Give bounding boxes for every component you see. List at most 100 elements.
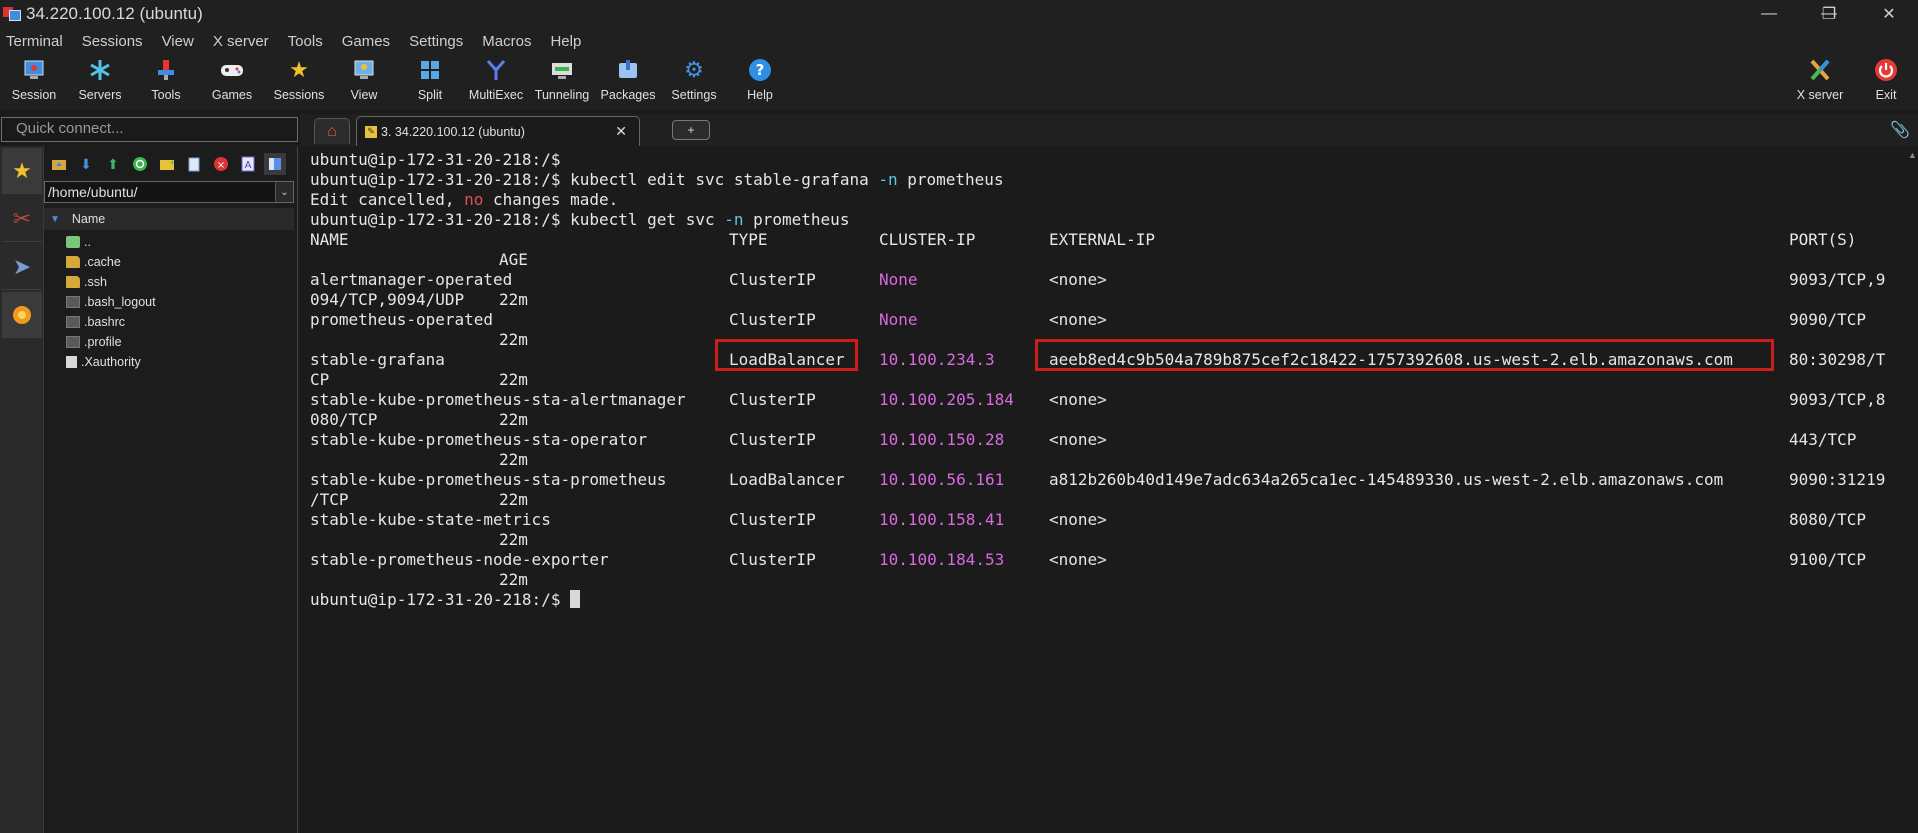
terminal-line: ubuntu@ip-172-31-20-218:/$ kubectl edit … [310,170,1004,189]
title-bar: 34.220.100.12 (ubuntu) — [0,0,1918,28]
service-age: 22m [499,290,528,309]
terminal-cursor [570,590,581,608]
list-item[interactable]: .ssh [66,272,156,292]
view-button[interactable]: View [340,56,388,108]
service-external-ip: <none> [1049,310,1107,329]
list-item[interactable]: .. [66,232,156,252]
dock-tools-icon[interactable]: ✂ [2,196,42,242]
terminal-prompt-line: ubuntu@ip-172-31-20-218:/$ [310,590,581,610]
help-button[interactable]: ? Help [736,56,784,108]
dock-macros-icon[interactable]: ➤ [2,244,42,290]
close-tab-icon[interactable]: ✕ [615,123,627,140]
menu-sessions[interactable]: Sessions [82,33,143,50]
menu-terminal[interactable]: Terminal [6,33,63,50]
service-ports: 9093/TCP,9 [1789,270,1886,289]
svg-text:?: ? [756,61,765,79]
list-item[interactable]: .bashrc [66,312,156,332]
packages-button[interactable]: Packages [598,56,658,108]
upload-icon[interactable]: ⬆ [102,153,124,175]
service-type: LoadBalancer [729,470,845,489]
service-age: 22m [499,450,528,469]
list-item[interactable]: .cache [66,252,156,272]
menu-macros[interactable]: Macros [482,33,531,50]
close-window-button[interactable]: ✕ [1864,0,1914,28]
list-item[interactable]: .profile [66,332,156,352]
service-cluster-ip: 10.100.234.3 [879,350,995,369]
settings-button[interactable]: ⚙ Settings [664,56,724,108]
column-header-ports: PORT(S) [1789,230,1857,249]
service-cluster-ip: None [879,270,918,289]
exit-button[interactable]: Exit [1864,56,1908,108]
home-icon: ⌂ [327,122,337,140]
service-cluster-ip: 10.100.184.53 [879,550,1005,569]
quick-connect-input[interactable]: Quick connect... [1,117,298,142]
split-button[interactable]: Split [406,56,454,108]
service-type: ClusterIP [729,550,816,569]
service-type: ClusterIP [729,390,816,409]
star-icon: ★ [289,57,309,82]
service-name: stable-prometheus-node-exporter [310,550,609,569]
menu-help[interactable]: Help [550,33,581,50]
service-age: 22m [499,490,528,509]
menu-games[interactable]: Games [342,33,390,50]
tools-button[interactable]: Tools [142,56,190,108]
terminal-line: ubuntu@ip-172-31-20-218:/$ [310,150,561,169]
list-item[interactable]: .Xauthority [66,352,156,372]
terminal-output[interactable]: ubuntu@ip-172-31-20-218:/$ ubuntu@ip-172… [300,146,1906,833]
new-tab-button[interactable]: + [672,120,710,140]
follow-terminal-icon[interactable] [264,153,286,175]
delete-icon[interactable]: × [210,153,232,175]
home-tab[interactable]: ⌂ [314,118,350,144]
new-file-icon[interactable] [183,153,205,175]
window-title: 34.220.100.12 (ubuntu) [26,4,203,23]
x-server-icon [1806,56,1834,84]
dock-sessions-star-icon[interactable]: ★ [2,148,42,194]
menu-x-server[interactable]: X server [213,33,269,50]
minimize-window-button[interactable]: — [1744,0,1794,28]
service-name: stable-kube-state-metrics [310,510,551,529]
menu-bar: Terminal Sessions View X server Tools Ga… [0,28,1918,54]
gamepad-icon [218,56,246,84]
file-list: .. .cache .ssh .bash_logout .bashrc .pro… [66,232,156,372]
service-age: 22m [499,370,528,389]
session-button[interactable]: Session [10,56,58,108]
multiexec-button[interactable]: MultiExec [466,56,526,108]
sftp-panel: ⬇ ⬆ + × A /home/ubuntu/ ⌄ ▼ Name .. .cac… [44,146,298,833]
file-list-header[interactable]: ▼ Name [44,208,294,230]
sessions-button[interactable]: ★ Sessions [272,56,326,108]
svg-text:A: A [245,160,252,171]
new-folder-icon[interactable]: + [156,153,178,175]
list-item[interactable]: .bash_logout [66,292,156,312]
menu-view[interactable]: View [162,33,194,50]
chevron-down-icon[interactable]: ⌄ [275,182,293,202]
x-server-button[interactable]: X server [1790,56,1850,108]
terminal-scrollbar[interactable]: ▲ [1906,146,1918,833]
parent-folder-icon[interactable] [48,153,70,175]
menu-tools[interactable]: Tools [288,33,323,50]
refresh-icon[interactable] [129,153,151,175]
rename-icon[interactable]: A [237,153,259,175]
packages-icon [614,56,642,84]
service-name: alertmanager-operated [310,270,513,289]
scroll-up-icon[interactable]: ▲ [1908,150,1917,160]
dock-sftp-icon[interactable] [2,292,42,338]
paperclip-icon[interactable]: 📎 [1890,120,1910,140]
sftp-path-field[interactable]: /home/ubuntu/ ⌄ [44,181,294,203]
servers-button[interactable]: Servers [76,56,124,108]
multiexec-icon [482,56,510,84]
tunneling-button[interactable]: Tunneling [532,56,592,108]
menu-settings[interactable]: Settings [409,33,463,50]
restore-window-button[interactable]: ❐ [1804,0,1854,28]
file-icon [66,336,80,348]
file-icon [66,316,80,328]
service-name: prometheus-operated [310,310,494,329]
service-name: stable-grafana [310,350,445,369]
tab-bar: ⌂ ✎ 3. 34.220.100.12 (ubuntu) ✕ + 📎 [300,114,1918,146]
download-icon[interactable]: ⬇ [75,153,97,175]
games-button[interactable]: Games [208,56,256,108]
service-age: 22m [499,410,528,429]
service-type: ClusterIP [729,430,816,449]
tab-session-3[interactable]: ✎ 3. 34.220.100.12 (ubuntu) ✕ [356,116,640,146]
main-toolbar: Session Servers Tools Games ★ Sessions V… [0,54,1918,110]
service-ports: 9093/TCP,8 [1789,390,1886,409]
